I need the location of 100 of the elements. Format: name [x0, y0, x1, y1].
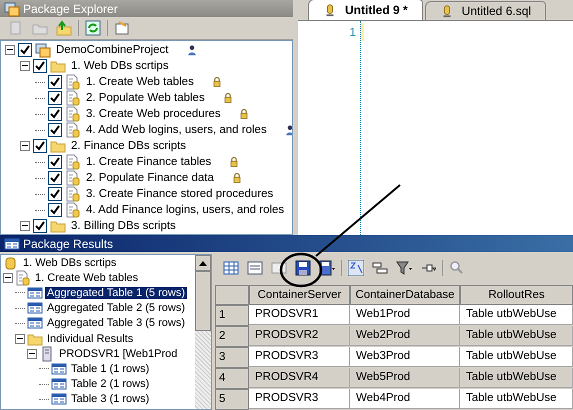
checkbox[interactable]: [48, 75, 62, 89]
collapse-toggle[interactable]: [27, 348, 37, 359]
table-icon: [27, 284, 43, 301]
sort-icon: [348, 260, 364, 276]
table-cell: PRODSVR3: [249, 347, 350, 367]
table-cell: Web1Prod: [350, 305, 460, 325]
collapse-toggle[interactable]: [3, 272, 13, 283]
table-cell: PRODSVR1: [249, 305, 350, 325]
package-icon: [4, 0, 20, 16]
tree-item[interactable]: 2. Finance DBs scripts: [69, 140, 188, 152]
column-header[interactable]: RolloutRes: [460, 285, 573, 305]
tree-item[interactable]: Individual Results: [45, 332, 136, 345]
panel-title: Package Results: [23, 236, 114, 250]
save-button[interactable]: [293, 258, 313, 278]
panel-title: Package Explorer: [23, 2, 118, 16]
script-icon: [65, 170, 81, 186]
tree-item[interactable]: 4. Add Web logins, users, and roles: [84, 124, 269, 136]
properties-icon: [114, 20, 130, 36]
collapse-toggle[interactable]: [15, 334, 25, 344]
lock-icon: [222, 92, 234, 104]
collapse-toggle[interactable]: [20, 141, 30, 151]
checkbox[interactable]: [33, 219, 47, 233]
tree-item[interactable]: 4. Add Finance logins, users, and roles: [84, 204, 286, 216]
checkbox[interactable]: [48, 187, 62, 201]
row-number: 2: [215, 326, 249, 347]
tree-item[interactable]: 2. Populate Web tables: [84, 92, 207, 104]
tree-item[interactable]: 1. Web DBs scrtips: [21, 256, 118, 269]
tab-label: Untitled 6.sql: [462, 4, 532, 18]
row-number: 1: [215, 305, 249, 326]
checkbox[interactable]: [18, 43, 32, 57]
tree-item[interactable]: 3. Create Finance stored procedures: [84, 188, 276, 200]
collapse-toggle[interactable]: [20, 61, 30, 71]
tab-label: Untitled 9 *: [345, 3, 408, 17]
scroll-up-button[interactable]: [195, 255, 211, 271]
tree-item[interactable]: Table 2 (1 rows): [69, 378, 152, 390]
script-icon: [65, 202, 81, 218]
tree-item[interactable]: 2. Populate Finance data: [84, 172, 216, 184]
tree-item[interactable]: Aggregated Table 3 (5 rows): [45, 317, 187, 330]
refresh-icon: [85, 20, 101, 36]
tree-item[interactable]: PRODSVR1 [Web1Prod: [57, 348, 180, 360]
table-cell: PRODSVR4: [249, 368, 350, 388]
tree-item[interactable]: Aggregated Table 2 (5 rows): [45, 302, 187, 314]
folder-up-icon: [56, 20, 72, 36]
script-icon: [15, 270, 31, 286]
tree-item[interactable]: 3. Create Web procedures: [84, 108, 223, 120]
table-cell: Web4Prod: [350, 389, 460, 409]
checkbox[interactable]: [48, 123, 62, 137]
checkbox[interactable]: [48, 155, 62, 169]
script-icon: [65, 106, 81, 122]
folder-up-button[interactable]: [54, 18, 74, 38]
table-cell: Table utbWebUse: [460, 389, 573, 409]
column-header[interactable]: ContainerDatabase: [350, 285, 460, 305]
tree-item[interactable]: 1. Create Finance tables: [84, 156, 214, 168]
lock-icon: [238, 108, 250, 120]
scrollbar-thumb[interactable]: [195, 271, 211, 331]
lock-icon: [228, 156, 240, 168]
refresh-button[interactable]: [83, 18, 103, 38]
tree-item[interactable]: DemoCombineProject: [54, 44, 170, 56]
results-icon: [4, 236, 20, 252]
table-icon: [51, 376, 67, 392]
tree-item[interactable]: 1. Create Web tables: [33, 272, 140, 284]
sort-button[interactable]: [346, 258, 366, 278]
table-cell: PRODSVR2: [249, 326, 350, 346]
script-icon: [65, 74, 81, 90]
grid-view-icon: [223, 260, 239, 276]
table-cell: Web3Prod: [350, 347, 460, 367]
checkbox[interactable]: [33, 59, 47, 73]
tree-item[interactable]: 3. Billing DBs scripts: [69, 220, 178, 232]
checkbox[interactable]: [48, 171, 62, 185]
search-icon: [449, 260, 465, 276]
table-icon: [51, 391, 67, 408]
checkbox[interactable]: [48, 91, 62, 105]
column-header[interactable]: ContainerServer: [249, 285, 350, 305]
up-arrow-icon: [199, 260, 207, 266]
lock-icon: [230, 172, 243, 184]
script-icon: [65, 186, 81, 202]
project-icon: [35, 42, 51, 58]
collapse-toggle[interactable]: [20, 221, 30, 231]
table-cell: Table utbWebUse: [460, 347, 573, 367]
tree-item[interactable]: 1. Create Web tables: [84, 76, 196, 88]
document-tab[interactable]: Untitled 6.sql: [424, 1, 546, 20]
tree-item[interactable]: Aggregated Table 1 (5 rows): [45, 286, 187, 299]
checkbox[interactable]: [33, 139, 47, 153]
lock-icon: [210, 76, 223, 88]
table-icon: [27, 315, 43, 332]
table-cell: Web2Prod: [350, 326, 460, 346]
checkbox[interactable]: [48, 203, 62, 217]
collapse-toggle[interactable]: [5, 45, 15, 55]
highlight-circle: [280, 252, 322, 288]
group-icon: [372, 260, 388, 276]
tree-item[interactable]: 1. Web DBs scrtips: [69, 60, 171, 72]
table-cell: Table utbWebUse: [460, 305, 573, 325]
table-cell: Table utbWebUse: [460, 326, 573, 346]
tree-item[interactable]: Table 1 (1 rows): [69, 362, 152, 375]
row-number: 3: [215, 347, 249, 368]
tree-item[interactable]: Table 3 (1 rows): [69, 393, 152, 406]
user-icon: [284, 124, 292, 136]
filter-icon: [396, 260, 412, 276]
document-tab[interactable]: Untitled 9 *: [308, 0, 423, 20]
checkbox[interactable]: [48, 107, 62, 121]
